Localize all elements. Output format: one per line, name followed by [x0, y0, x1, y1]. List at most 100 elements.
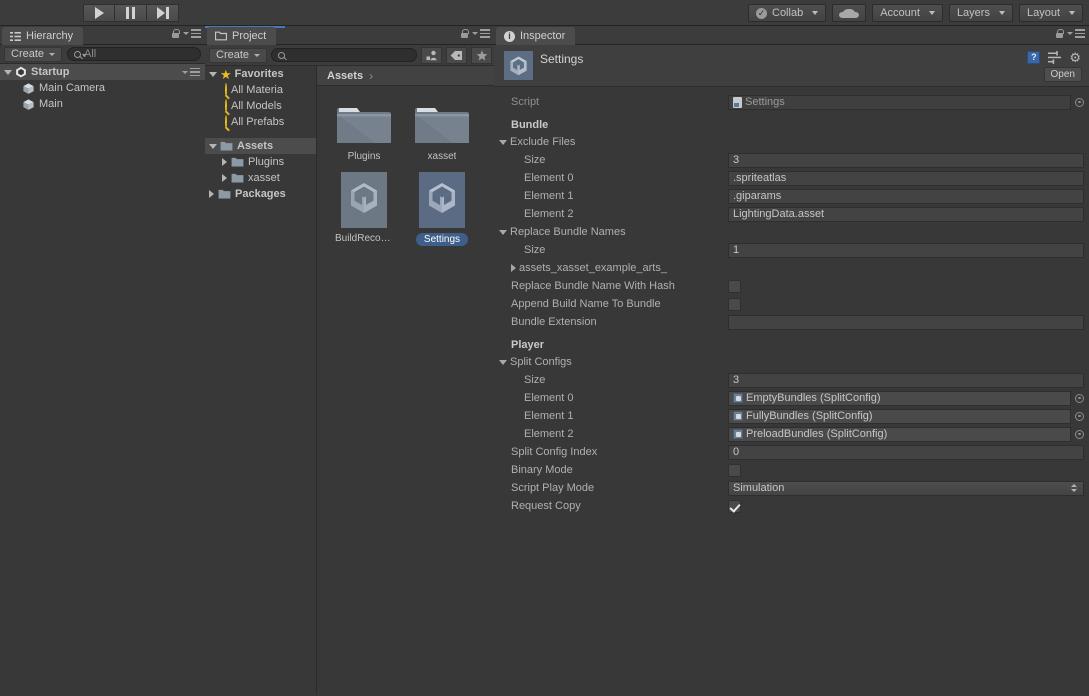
field-value: .spriteatlas — [733, 172, 787, 184]
folder-icon — [337, 108, 391, 143]
property-row-exclude-element-1: Element 1 .giparams — [494, 187, 1089, 205]
scriptable-object-icon — [733, 411, 743, 421]
script-field: Settings — [728, 94, 1071, 110]
cloud-services-button[interactable] — [832, 4, 867, 22]
property-row-replace-element-0[interactable]: assets_xasset_example_arts_ — [494, 259, 1089, 277]
project-search-input[interactable] — [271, 48, 417, 62]
project-tree-plugins[interactable]: Plugins — [205, 154, 316, 170]
property-row-split-configs[interactable]: Split Configs — [494, 353, 1089, 371]
project-tabbar: Project — [205, 26, 494, 45]
checkbox[interactable] — [728, 499, 741, 513]
element-input[interactable]: .giparams — [728, 188, 1084, 204]
object-picker-icon[interactable] — [1075, 393, 1084, 403]
project-toolbar: Create — [205, 45, 494, 66]
property-label: Script Play Mode — [511, 482, 595, 494]
panel-menu-icon[interactable] — [183, 29, 201, 38]
object-picker-icon[interactable] — [1075, 429, 1084, 439]
chevron-down-icon[interactable] — [499, 229, 507, 235]
preset-icon[interactable] — [1048, 51, 1062, 64]
lock-icon[interactable] — [461, 29, 469, 38]
tab-hierarchy[interactable]: Hierarchy — [2, 27, 84, 45]
size-input[interactable]: 3 — [728, 372, 1084, 388]
asset-item-plugins[interactable]: Plugins — [335, 100, 393, 162]
chevron-right-icon[interactable] — [511, 264, 516, 272]
field-value: EmptyBundles (SplitConfig) — [746, 392, 881, 404]
collab-button[interactable]: ✓ Collab — [748, 4, 827, 22]
panel-menu-icon[interactable] — [472, 29, 490, 38]
split-config-index-input[interactable]: 0 — [728, 444, 1084, 460]
gear-icon[interactable]: ⚙ — [1069, 51, 1081, 64]
size-input[interactable]: 3 — [728, 152, 1084, 168]
hierarchy-search-input[interactable]: All — [67, 47, 201, 61]
panel-menu-icon[interactable] — [1067, 29, 1085, 38]
lock-icon[interactable] — [1056, 29, 1064, 38]
chevron-down-icon[interactable] — [499, 139, 507, 145]
project-favorites-group[interactable]: ★ Favorites — [205, 66, 316, 82]
pause-button[interactable] — [115, 4, 147, 22]
property-row-split-config-index: Split Config Index 0 — [494, 443, 1089, 461]
layout-button[interactable]: Layout — [1018, 4, 1083, 22]
chevron-right-icon[interactable] — [222, 174, 227, 182]
checkbox[interactable] — [728, 279, 741, 293]
project-favorite-all-materials[interactable]: All Materia — [205, 82, 316, 98]
checkbox[interactable] — [728, 463, 741, 477]
chevron-down-icon[interactable] — [209, 143, 217, 149]
breadcrumb-assets[interactable]: Assets — [327, 70, 363, 82]
hierarchy-item-main-camera[interactable]: Main Camera — [0, 80, 205, 96]
section-header-bundle: Bundle — [494, 116, 1089, 133]
favorite-star-icon[interactable] — [471, 46, 492, 64]
element-input[interactable]: .spriteatlas — [728, 170, 1084, 186]
object-field[interactable]: EmptyBundles (SplitConfig) — [728, 390, 1071, 406]
layers-button[interactable]: Layers — [948, 4, 1013, 22]
property-row-exclude-files[interactable]: Exclude Files — [494, 133, 1089, 151]
cloud-icon — [839, 8, 860, 18]
account-button[interactable]: Account — [872, 4, 943, 22]
asset-item-settings[interactable]: Settings — [413, 172, 471, 246]
scene-menu-icon[interactable] — [182, 68, 200, 77]
chevron-updown-icon — [1071, 484, 1077, 492]
project-create-button[interactable]: Create — [209, 47, 268, 63]
chevron-right-icon[interactable] — [209, 190, 214, 198]
play-button[interactable] — [83, 4, 115, 22]
field-value: 0 — [733, 446, 740, 458]
property-label: Element 2 — [524, 208, 574, 220]
project-favorite-all-models[interactable]: All Models — [205, 98, 316, 114]
search-icon — [225, 115, 227, 129]
tab-project[interactable]: Project — [207, 27, 277, 45]
script-play-mode-dropdown[interactable]: Simulation — [728, 480, 1084, 496]
chevron-down-icon[interactable] — [209, 71, 217, 77]
breadcrumb: Assets › — [317, 66, 494, 86]
tab-inspector[interactable]: i Inspector — [496, 27, 576, 45]
open-button[interactable]: Open — [1043, 67, 1082, 82]
object-field[interactable]: PreloadBundles (SplitConfig) — [728, 426, 1071, 442]
hierarchy-create-button[interactable]: Create — [4, 46, 63, 62]
project-tree-packages[interactable]: Packages — [205, 186, 316, 202]
object-picker-icon[interactable] — [1075, 411, 1084, 421]
hierarchy-scene-row[interactable]: Startup — [0, 64, 205, 80]
asset-item-buildrecord[interactable]: BuildRecor… — [335, 172, 393, 246]
property-row-replace-bundle-names[interactable]: Replace Bundle Names — [494, 223, 1089, 241]
object-field[interactable]: FullyBundles (SplitConfig) — [728, 408, 1071, 424]
field-value: 1 — [733, 244, 740, 256]
lock-icon[interactable] — [172, 29, 180, 38]
hierarchy-item-main[interactable]: Main — [0, 96, 205, 112]
chevron-right-icon[interactable] — [222, 158, 227, 166]
tab-inspector-label: Inspector — [520, 30, 566, 42]
help-icon[interactable]: ? — [1027, 51, 1041, 64]
chevron-down-icon[interactable] — [4, 69, 12, 75]
filter-by-type-icon[interactable] — [421, 46, 442, 64]
object-picker-icon[interactable] — [1075, 97, 1084, 107]
step-button[interactable] — [147, 4, 179, 22]
size-input[interactable]: 1 — [728, 242, 1084, 258]
asset-item-xasset[interactable]: xasset — [413, 100, 471, 162]
bundle-extension-input[interactable] — [728, 314, 1084, 330]
label-icon[interactable] — [446, 46, 467, 64]
project-tree-xasset[interactable]: xasset — [205, 170, 316, 186]
checkbox[interactable] — [728, 297, 741, 311]
folder-icon — [218, 189, 231, 199]
element-input[interactable]: LightingData.asset — [728, 206, 1084, 222]
chevron-down-icon[interactable] — [499, 359, 507, 365]
folder-icon — [231, 157, 244, 167]
project-favorite-all-prefabs[interactable]: All Prefabs — [205, 114, 316, 130]
project-tree-assets[interactable]: Assets — [205, 138, 316, 154]
